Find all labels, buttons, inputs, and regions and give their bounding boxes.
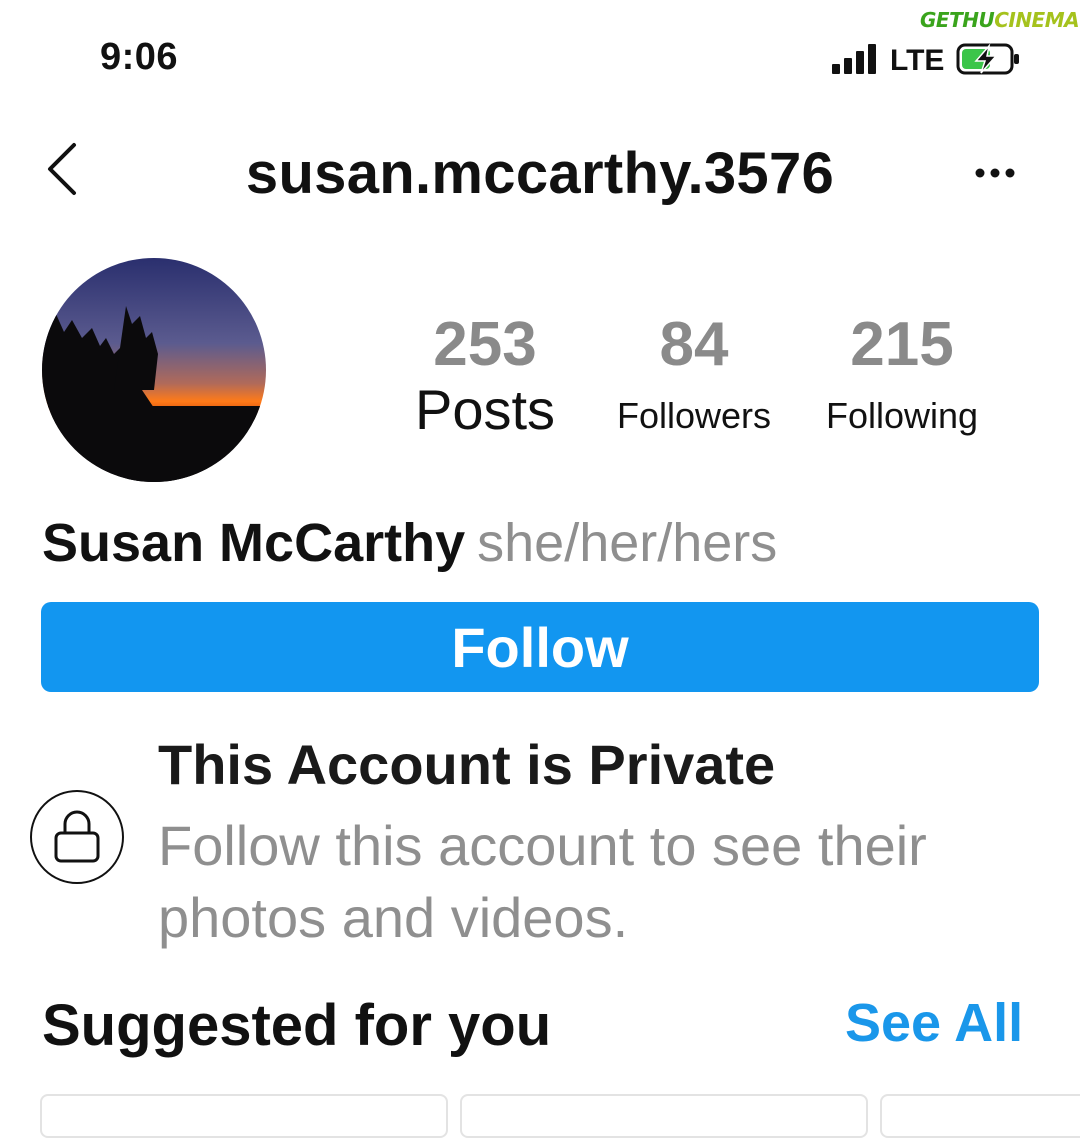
followers-stat[interactable]: 84 Followers [598,314,790,434]
watermark-logo: GETHUCINEMA [916,4,1080,40]
see-all-link[interactable]: See All [845,992,1023,1054]
private-account-description: Follow this account to see their photos … [158,814,927,949]
following-count: 215 [850,310,954,379]
private-account-title: This Account is Private [158,733,776,796]
battery-charging-icon [956,43,1019,75]
more-options-icon[interactable] [972,158,1018,188]
status-time: 9:06 [100,36,179,78]
watermark-text-1: GETHU [920,8,995,32]
follow-button[interactable]: Follow [41,602,1039,692]
suggested-card[interactable] [460,1094,868,1138]
profile-username: susan.mccarthy.3576 [245,141,835,206]
followers-label: Followers [616,395,772,436]
carrier-label: LTE [890,44,945,77]
following-label: Following [825,395,979,436]
suggested-card[interactable] [40,1094,448,1138]
suggested-title: Suggested for you [42,993,552,1058]
lock-icon [30,790,124,884]
suggested-card[interactable] [880,1094,1080,1138]
watermark-text-2: CINEMA [994,8,1080,32]
pronouns: she/her/hers [477,513,778,573]
profile-name-row: Susan McCarthy she/her/hers [42,512,777,574]
posts-stat: 253 Posts [400,314,570,438]
followers-count: 84 [659,310,729,379]
profile-avatar[interactable] [42,258,266,482]
posts-count: 253 [433,310,537,379]
following-stat[interactable]: 215 Following [806,314,998,434]
full-name: Susan McCarthy [42,513,466,573]
posts-label: Posts [414,378,556,441]
signal-strength-icon [832,44,882,74]
